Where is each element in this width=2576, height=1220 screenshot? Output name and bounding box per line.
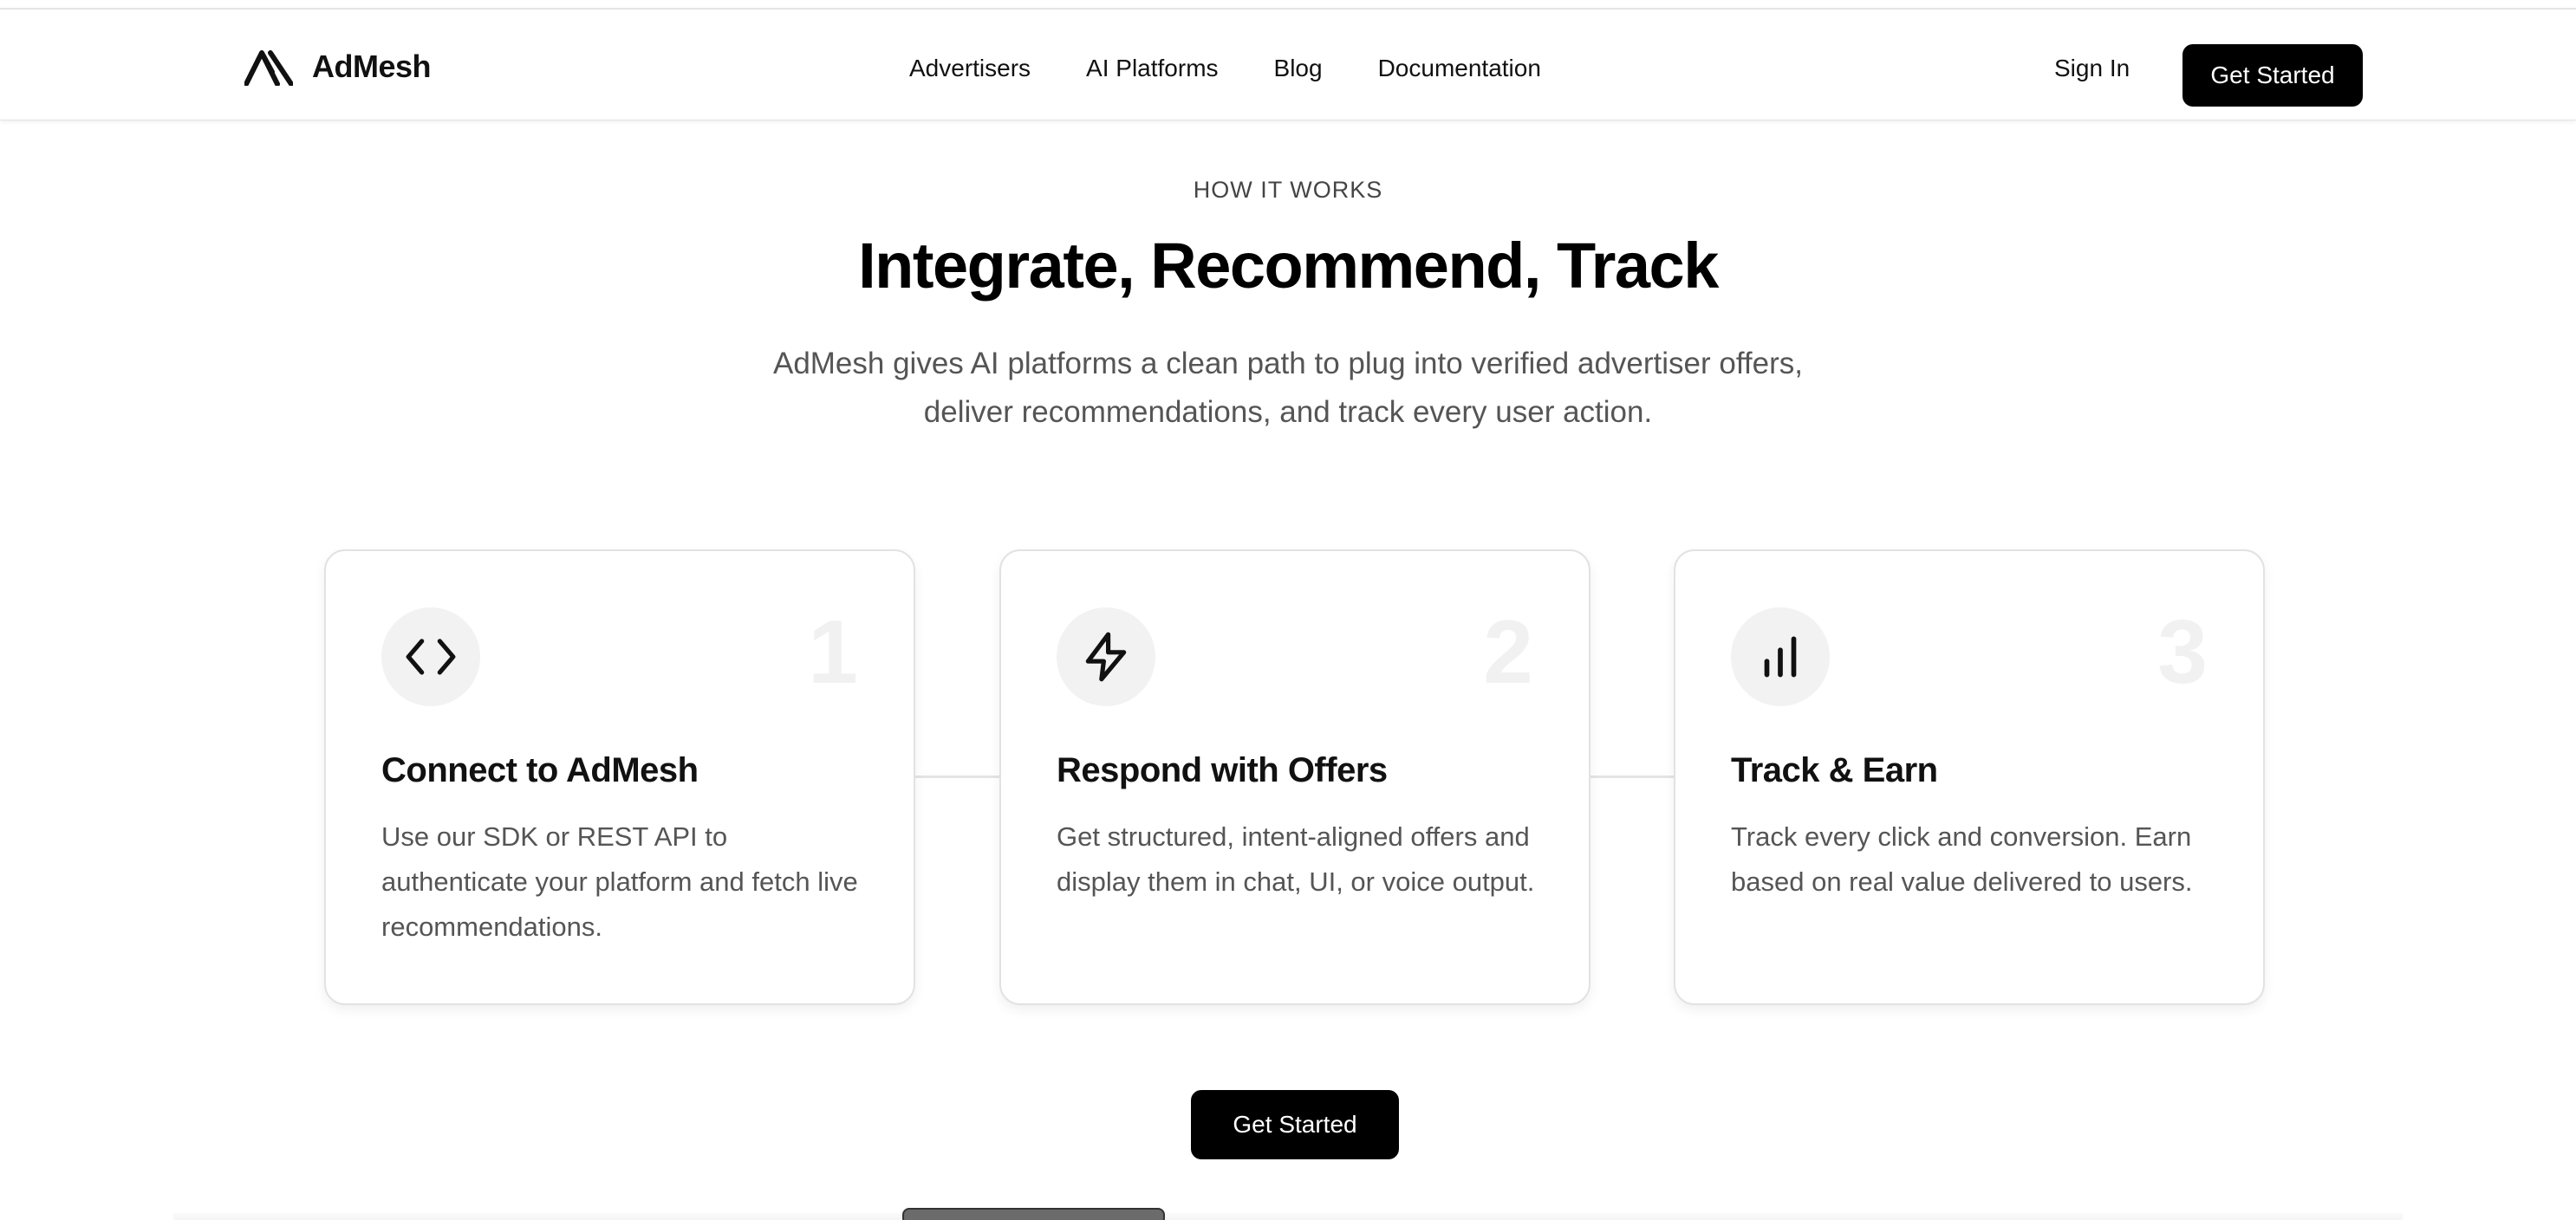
step-number: 2 <box>1483 602 1533 703</box>
section-subtitle: AdMesh gives AI platforms a clean path t… <box>772 347 1804 429</box>
nav-link-ai-platforms[interactable]: AI Platforms <box>1086 55 1218 82</box>
step-description: Get structured, intent-aligned offers an… <box>1057 821 1535 897</box>
main-nav: Advertisers AI Platforms Blog Documentat… <box>909 51 1541 86</box>
page: AdMesh Advertisers AI Platforms Blog Doc… <box>0 0 2576 1220</box>
brand-home-link[interactable]: AdMesh <box>244 41 432 93</box>
admesh-logo-icon <box>244 50 293 86</box>
get-started-button[interactable]: Get Started <box>1191 1090 1399 1159</box>
step-card-3: 3 Track & Earn Track every click and con… <box>1674 549 2265 1005</box>
section-title: Integrate, Recommend, Track <box>858 230 1719 302</box>
step-number: 1 <box>808 602 858 703</box>
step-title: Connect to AdMesh <box>381 751 699 789</box>
code-icon <box>381 607 480 706</box>
sign-in-link[interactable]: Sign In <box>2054 51 2130 86</box>
next-section-preview <box>902 1208 1165 1220</box>
nav-link-advertisers[interactable]: Advertisers <box>909 55 1031 82</box>
nav-link-blog[interactable]: Blog <box>1274 55 1323 82</box>
step-card-1: 1 Connect to AdMesh Use our SDK or REST … <box>324 549 915 1005</box>
bar-chart-icon <box>1731 607 1830 706</box>
step-connector-1-2 <box>914 775 1002 778</box>
navbar: AdMesh Advertisers AI Platforms Blog Doc… <box>0 10 2576 120</box>
nav-link-documentation[interactable]: Documentation <box>1378 55 1541 82</box>
get-started-nav-button[interactable]: Get Started <box>2182 44 2363 107</box>
section-eyebrow: HOW IT WORKS <box>1193 177 1383 203</box>
next-section-edge <box>173 1213 2403 1220</box>
brand-name: AdMesh <box>312 49 432 84</box>
lightning-icon <box>1057 607 1155 706</box>
step-title: Track & Earn <box>1731 751 1938 789</box>
browser-top-edge <box>0 0 2576 10</box>
step-connector-2-3 <box>1588 775 1676 778</box>
step-title: Respond with Offers <box>1057 751 1388 789</box>
step-number: 3 <box>2157 602 2208 703</box>
step-card-2: 2 Respond with Offers Get structured, in… <box>999 549 1590 1005</box>
step-description: Track every click and conversion. Earn b… <box>1731 821 2193 897</box>
step-description: Use our SDK or REST API to authenticate … <box>381 821 858 942</box>
